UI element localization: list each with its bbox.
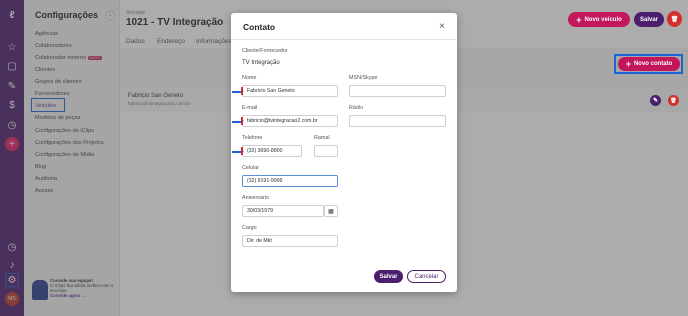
telefone-marker: [241, 147, 243, 155]
email-label: E-mail: [242, 105, 258, 111]
trash-icon: 🗑: [670, 97, 677, 104]
nome-label: Nome: [242, 75, 257, 81]
plus-icon: +: [576, 14, 582, 25]
ramal-label: Ramal: [314, 135, 330, 141]
delete-contact-button[interactable]: 🗑: [668, 95, 679, 106]
trash-icon: 🗑: [670, 16, 679, 23]
modal-divider: [231, 39, 457, 40]
pencil-icon: ✎: [652, 98, 659, 104]
save-vehicle-button[interactable]: Salvar: [634, 12, 664, 27]
telefone-label: Telefone: [242, 135, 263, 141]
radio-field[interactable]: [349, 115, 446, 127]
nome-marker: [241, 87, 243, 95]
delete-vehicle-button[interactable]: 🗑: [667, 11, 682, 27]
email-field[interactable]: fabricio@tvintegracao2.com.br: [242, 115, 338, 127]
edit-contact-button[interactable]: ✎: [650, 95, 661, 106]
modal-title: Contato: [243, 22, 276, 32]
client-value: TV Integração: [242, 60, 280, 66]
new-contact-button[interactable]: + Novo contato: [618, 57, 680, 71]
section-label: Cliente/Fornecedor: [242, 48, 288, 54]
aniversario-field[interactable]: 30/03/1979: [242, 205, 324, 217]
msn-label: MSN/Skype: [349, 75, 378, 81]
nome-field[interactable]: Fabricio San Geneto: [242, 85, 338, 97]
celular-label: Celular: [242, 165, 260, 171]
ramal-field[interactable]: [314, 145, 338, 157]
close-icon[interactable]: ×: [439, 21, 445, 32]
calendar-icon[interactable]: ▦: [324, 205, 338, 217]
cargo-field[interactable]: Dir. de Mkt: [242, 235, 338, 247]
cancel-button[interactable]: Cancelar: [407, 270, 446, 283]
msn-field[interactable]: [349, 85, 446, 97]
save-button[interactable]: Salvar: [374, 270, 403, 283]
telefone-field[interactable]: (32) 3690-8800: [242, 145, 302, 157]
plus-icon: +: [625, 59, 631, 69]
email-marker: [241, 117, 243, 125]
new-vehicle-button[interactable]: + Novo veículo: [568, 12, 630, 27]
aniversario-label: Aniversário: [242, 195, 269, 201]
celular-field[interactable]: (32) 9191-9999: [242, 175, 338, 187]
cargo-label: Cargo: [242, 225, 257, 231]
radio-label: Rádio: [349, 105, 364, 111]
contact-modal: Contato × Cliente/Fornecedor TV Integraç…: [231, 13, 457, 292]
